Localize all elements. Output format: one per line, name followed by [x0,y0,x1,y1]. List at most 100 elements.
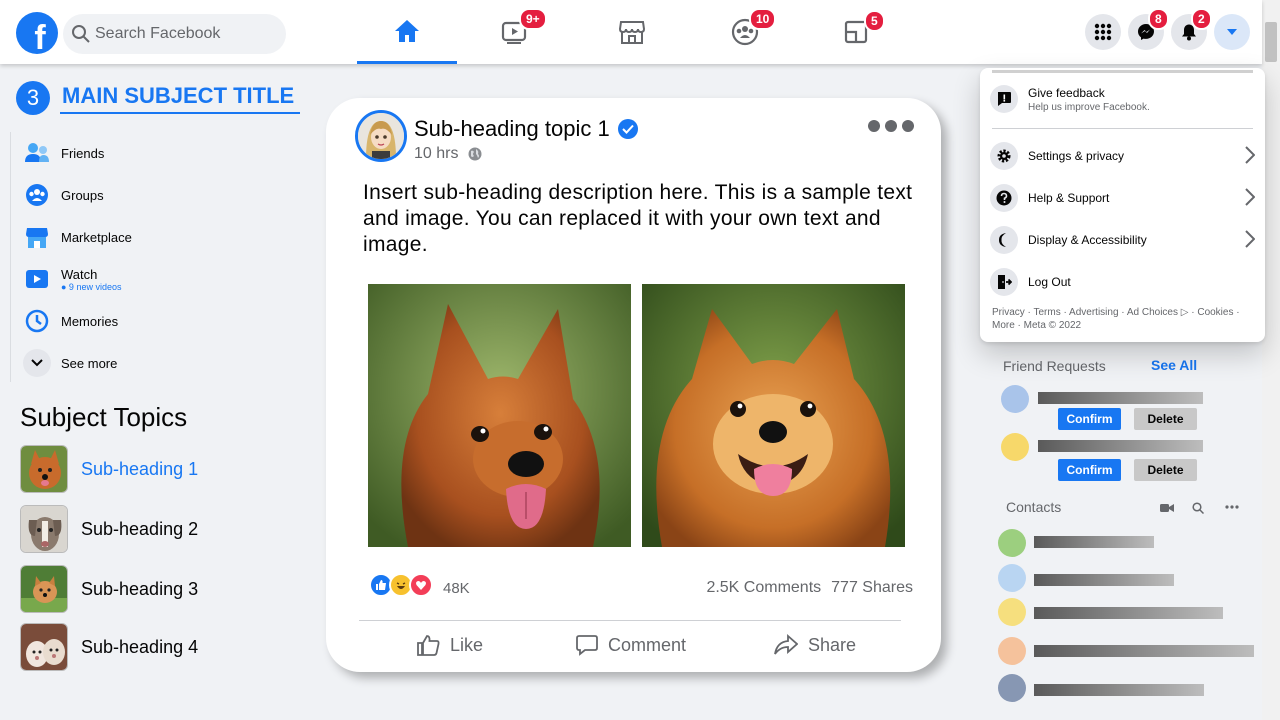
thumbs-up-icon [417,635,440,656]
more-options-button[interactable] [868,120,914,132]
contact-avatar[interactable] [998,529,1026,557]
see-all-link[interactable]: See All [1151,357,1197,373]
contact-name-placeholder[interactable] [1034,645,1254,657]
store-icon [26,228,48,248]
menu-button[interactable] [1085,14,1121,50]
topic-item-2[interactable]: Sub-heading 2 [20,505,198,553]
sidebar-item-see-more[interactable]: See more [23,343,117,383]
video-call-icon[interactable] [1160,503,1174,513]
topic-item-4[interactable]: Sub-heading 4 [20,623,198,671]
notifications-badge: 2 [1191,8,1212,30]
contact-name-placeholder[interactable] [1034,607,1223,619]
notifications-button[interactable]: 2 [1171,8,1212,50]
chevron-right-icon [1245,230,1255,248]
grid-menu-icon [1094,23,1112,41]
topic-thumbnail [20,565,68,613]
post-timestamp[interactable]: 10 hrs [414,145,482,163]
shares-count[interactable]: 777 Shares [831,579,913,597]
help-support-item[interactable]: Help & Support [990,180,1255,216]
topic-thumbnail [20,623,68,671]
gaming-tab[interactable]: 5 [806,0,906,64]
post-image-2[interactable] [642,284,905,547]
delete-button[interactable]: Delete [1134,459,1197,481]
dropdown-footer-links[interactable]: Privacy · Terms · Advertising · Ad Choic… [992,306,1257,332]
chevron-down-icon [31,359,43,367]
display-accessibility-item[interactable]: Display & Accessibility [990,222,1255,258]
groups-tab[interactable]: 10 [695,0,795,64]
search-box[interactable] [63,14,286,54]
friend-requests-heading: Friend Requests [1003,358,1106,374]
groups-badge: 10 [749,8,777,30]
friends-icon [25,143,49,162]
sidebar-item-friends[interactable]: Friends [23,133,104,173]
messenger-badge: 8 [1148,8,1169,30]
chevron-right-icon [1245,188,1255,206]
dropdown-top-border [992,70,1253,73]
sidebar-item-watch[interactable]: Watch ● 9 new videos [23,259,121,299]
request-avatar[interactable] [1001,385,1029,413]
clock-icon [25,309,49,333]
comment-icon [576,635,598,656]
delete-button[interactable]: Delete [1134,408,1197,430]
more-dot-icon [868,120,880,132]
video-icon [26,270,48,288]
comments-count[interactable]: 2.5K Comments [706,579,821,597]
post-image-1[interactable] [368,284,631,547]
subject-topics-heading: Subject Topics [20,402,188,432]
comment-button[interactable]: Comment [576,634,686,656]
topic-thumbnail [20,445,68,493]
facebook-logo[interactable]: f [16,12,58,54]
post-description: Insert sub-heading description here. Thi… [363,181,913,256]
contact-name-placeholder[interactable] [1034,574,1174,586]
watch-tab[interactable]: 9+ [465,0,565,64]
confirm-button[interactable]: Confirm [1058,408,1121,430]
divider [359,620,901,621]
main-title-bar: 3 MAIN SUBJECT TITLE [16,81,301,115]
search-icon[interactable] [1192,502,1204,514]
more-dot-icon [885,120,897,132]
author-avatar[interactable] [355,110,407,162]
contact-avatar[interactable] [998,564,1026,592]
contact-name-placeholder[interactable] [1034,536,1154,548]
messenger-button[interactable]: 8 [1128,8,1169,50]
confirm-button[interactable]: Confirm [1058,459,1121,481]
watch-badge: 9+ [519,8,547,30]
more-options-icon[interactable] [1225,505,1239,509]
contact-avatar[interactable] [998,674,1026,702]
marketplace-tab[interactable] [582,0,682,64]
reactions-summary[interactable]: 48K [369,573,470,597]
sidebar-item-marketplace[interactable]: Marketplace [23,217,132,257]
groups-icon [26,184,48,206]
topic-thumbnail [20,505,68,553]
page-title: MAIN SUBJECT TITLE [60,83,301,114]
sidebar-item-memories[interactable]: Memories [23,301,118,341]
topic-item-3[interactable]: Sub-heading 3 [20,565,198,613]
more-dot-icon [902,120,914,132]
log-out-item[interactable]: Log Out [990,264,1255,300]
contact-avatar[interactable] [998,637,1026,665]
topic-item-1[interactable]: Sub-heading 1 [20,445,198,493]
sidebar-item-groups[interactable]: Groups [23,175,104,215]
help-icon [996,190,1012,206]
like-button[interactable]: Like [416,634,483,656]
contact-name-placeholder[interactable] [1034,684,1204,696]
love-reaction-icon [409,573,433,597]
account-button[interactable] [1214,14,1250,50]
share-button[interactable]: Share [774,634,856,656]
gear-icon [997,149,1011,163]
request-avatar[interactable] [1001,433,1029,461]
home-tab[interactable] [357,0,457,64]
search-icon [72,25,90,43]
home-icon [395,19,419,42]
feedback-icon [998,92,1011,106]
logout-icon [998,275,1012,289]
scrollbar-thumb[interactable] [1265,22,1277,62]
post-title[interactable]: Sub-heading topic 1 [414,116,638,142]
request-name-placeholder [1038,392,1203,404]
contact-avatar[interactable] [998,598,1026,626]
search-input[interactable] [95,25,275,43]
request-name-placeholder [1038,440,1203,452]
give-feedback-item[interactable]: Give feedback Help us improve Facebook. [990,81,1255,117]
divider [992,128,1253,129]
settings-privacy-item[interactable]: Settings & privacy [990,138,1255,174]
